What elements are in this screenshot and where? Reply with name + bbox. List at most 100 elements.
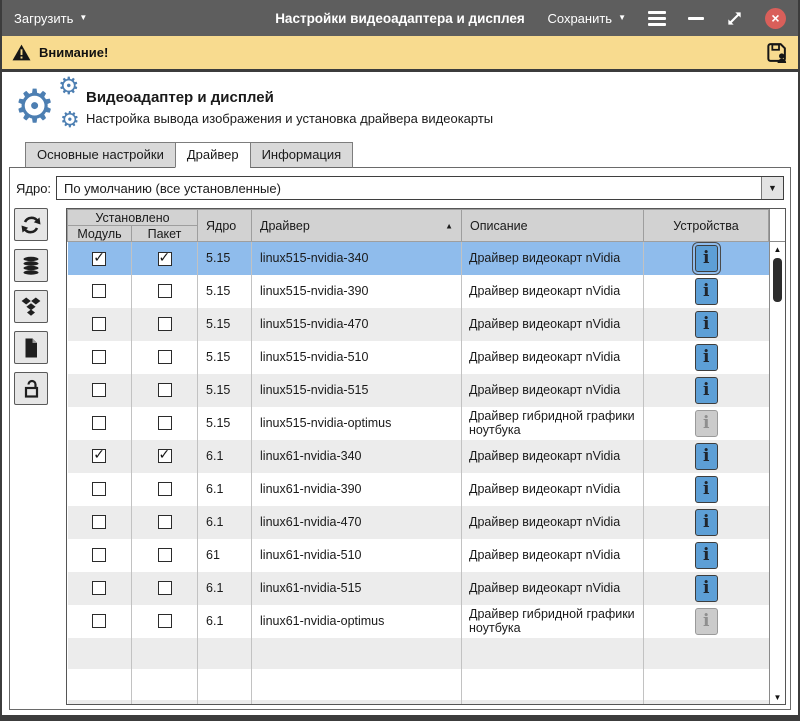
column-header-package[interactable]: Пакет xyxy=(132,226,198,242)
module-checkbox[interactable] xyxy=(92,449,106,463)
minimize-button[interactable] xyxy=(688,17,704,20)
tab-driver[interactable]: Драйвер xyxy=(175,142,251,168)
kernel-cell: 6.1 xyxy=(198,506,252,539)
package-checkbox[interactable] xyxy=(158,482,172,496)
table-row[interactable]: 5.15 linux515-nvidia-510 Драйвер видеока… xyxy=(68,341,769,374)
device-info-button[interactable]: i xyxy=(695,278,718,305)
packages-icon xyxy=(19,295,43,319)
table-row[interactable]: 5.15 linux515-nvidia-390 Драйвер видеока… xyxy=(68,275,769,308)
scrollbar-track[interactable] xyxy=(770,256,785,690)
package-cell xyxy=(132,407,198,440)
module-checkbox[interactable] xyxy=(92,614,106,628)
module-checkbox[interactable] xyxy=(92,548,106,562)
module-checkbox[interactable] xyxy=(92,482,106,496)
module-cell xyxy=(68,506,132,539)
module-checkbox[interactable] xyxy=(92,350,106,364)
module-cell xyxy=(68,473,132,506)
table-row[interactable]: 5.15 linux515-nvidia-470 Драйвер видеока… xyxy=(68,308,769,341)
column-header-module[interactable]: Модуль xyxy=(68,226,132,242)
driver-cell: linux515-nvidia-340 xyxy=(252,242,462,275)
device-info-button[interactable]: i xyxy=(695,575,718,602)
kernel-cell: 5.15 xyxy=(198,407,252,440)
table-row[interactable]: 5.15 linux515-nvidia-515 Драйвер видеока… xyxy=(68,374,769,407)
device-info-button[interactable]: i xyxy=(695,410,718,437)
column-header-description[interactable]: Описание xyxy=(462,210,644,242)
driver-cell: linux61-nvidia-optimus xyxy=(252,605,462,638)
package-checkbox[interactable] xyxy=(158,284,172,298)
package-checkbox[interactable] xyxy=(158,252,172,266)
maximize-button[interactable] xyxy=(726,10,743,27)
module-checkbox[interactable] xyxy=(92,383,106,397)
dropdown-arrow-icon[interactable]: ▼ xyxy=(761,177,783,199)
database-button[interactable] xyxy=(14,249,48,282)
column-header-driver[interactable]: Драйвер ▲ xyxy=(252,210,462,242)
save-admin-icon[interactable] xyxy=(765,41,788,64)
menu-icon[interactable] xyxy=(648,11,666,26)
table-row[interactable]: 6.1 linux61-nvidia-340 Драйвер видеокарт… xyxy=(68,440,769,473)
module-checkbox[interactable] xyxy=(92,317,106,331)
gear-icon: ⚙ xyxy=(14,83,55,129)
device-info-button[interactable]: i xyxy=(695,476,718,503)
scrollbar-thumb[interactable] xyxy=(773,258,782,302)
devices-cell: i xyxy=(644,341,769,374)
device-info-button[interactable]: i xyxy=(695,344,718,371)
module-checkbox[interactable] xyxy=(92,284,106,298)
column-header-devices[interactable]: Устройства xyxy=(644,210,769,242)
package-checkbox[interactable] xyxy=(158,548,172,562)
scroll-down-button[interactable]: ▼ xyxy=(770,690,785,704)
package-cell xyxy=(132,308,198,341)
package-checkbox[interactable] xyxy=(158,416,172,430)
package-cell xyxy=(132,506,198,539)
module-checkbox[interactable] xyxy=(92,515,106,529)
close-button[interactable]: × xyxy=(765,8,786,29)
table-row[interactable]: 5.15 linux515-nvidia-340 Драйвер видеока… xyxy=(68,242,769,275)
scrollbar-header-gap xyxy=(770,209,785,242)
package-checkbox[interactable] xyxy=(158,317,172,331)
device-info-button[interactable]: i xyxy=(695,311,718,338)
load-menu-button[interactable]: Загрузить ▼ xyxy=(14,11,87,26)
save-menu-button[interactable]: Сохранить ▼ xyxy=(547,11,626,26)
column-header-kernel[interactable]: Ядро xyxy=(198,210,252,242)
document-button[interactable] xyxy=(14,331,48,364)
refresh-button[interactable] xyxy=(14,208,48,241)
window-title: Настройки видеоадаптера и дисплея xyxy=(275,11,525,26)
kernel-cell: 6.1 xyxy=(198,572,252,605)
module-checkbox[interactable] xyxy=(92,416,106,430)
package-checkbox[interactable] xyxy=(158,449,172,463)
driver-cell: linux61-nvidia-470 xyxy=(252,506,462,539)
package-checkbox[interactable] xyxy=(158,515,172,529)
table-row[interactable]: 6.1 linux61-nvidia-515 Драйвер видеокарт… xyxy=(68,572,769,605)
device-info-button[interactable]: i xyxy=(695,608,718,635)
driver-cell: linux515-nvidia-510 xyxy=(252,341,462,374)
module-cell xyxy=(68,572,132,605)
description-cell: Драйвер видеокарт nVidia xyxy=(462,275,644,308)
device-info-button[interactable]: i xyxy=(695,443,718,470)
driver-cell: linux61-nvidia-515 xyxy=(252,572,462,605)
tab-basic-settings[interactable]: Основные настройки xyxy=(25,142,176,168)
package-checkbox[interactable] xyxy=(158,614,172,628)
device-info-button[interactable]: i xyxy=(695,542,718,569)
database-icon xyxy=(19,254,43,278)
module-checkbox[interactable] xyxy=(92,581,106,595)
table-row[interactable]: 6.1 linux61-nvidia-optimus Драйвер гибри… xyxy=(68,605,769,638)
table-row[interactable]: 6.1 linux61-nvidia-390 Драйвер видеокарт… xyxy=(68,473,769,506)
document-icon xyxy=(19,336,43,360)
device-info-button[interactable]: i xyxy=(695,245,718,272)
kernel-select[interactable]: По умолчанию (все установленные) ▼ xyxy=(56,176,784,200)
package-checkbox[interactable] xyxy=(158,581,172,595)
unlock-button[interactable] xyxy=(14,372,48,405)
vertical-scrollbar[interactable]: ▲ ▼ xyxy=(769,209,785,704)
column-header-installed[interactable]: Установлено xyxy=(68,210,198,226)
table-row[interactable]: 61 linux61-nvidia-510 Драйвер видеокарт … xyxy=(68,539,769,572)
table-row[interactable]: 5.15 linux515-nvidia-optimus Драйвер гиб… xyxy=(68,407,769,440)
scroll-up-button[interactable]: ▲ xyxy=(770,242,785,256)
package-checkbox[interactable] xyxy=(158,350,172,364)
package-checkbox[interactable] xyxy=(158,383,172,397)
tab-information[interactable]: Информация xyxy=(250,142,354,168)
kernel-cell: 6.1 xyxy=(198,473,252,506)
packages-button[interactable] xyxy=(14,290,48,323)
table-row[interactable]: 6.1 linux61-nvidia-470 Драйвер видеокарт… xyxy=(68,506,769,539)
device-info-button[interactable]: i xyxy=(695,377,718,404)
device-info-button[interactable]: i xyxy=(695,509,718,536)
module-checkbox[interactable] xyxy=(92,252,106,266)
